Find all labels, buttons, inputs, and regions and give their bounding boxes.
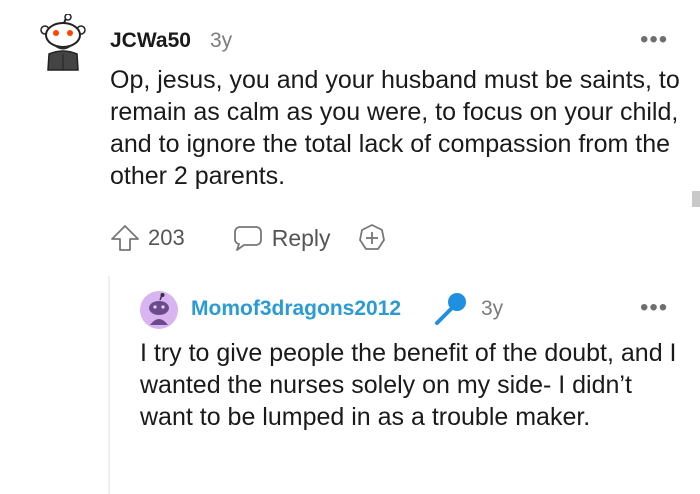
comment-thread: JCWa50 3y ••• Op, jesus, you and your hu…: [0, 0, 700, 494]
upvote-icon[interactable]: [110, 223, 140, 253]
username[interactable]: JCWa50: [110, 29, 191, 53]
avatar[interactable]: [37, 14, 89, 72]
timestamp: 3y: [210, 29, 233, 52]
reply-timestamp: 3y: [481, 297, 504, 320]
more-options-icon[interactable]: •••: [640, 296, 668, 320]
thread-line[interactable]: [108, 276, 110, 494]
more-options-icon[interactable]: •••: [640, 28, 668, 52]
comment-actions: 203 Reply: [110, 222, 387, 254]
reply-body: I try to give people the benefit of the …: [140, 339, 677, 431]
award-icon[interactable]: [357, 223, 387, 253]
comment-body: Op, jesus, you and your husband must be …: [110, 66, 680, 190]
vote-count: 203: [148, 225, 185, 250]
microphone-icon: [435, 293, 466, 325]
reply-avatar[interactable]: [140, 291, 178, 329]
reply-label: Reply: [271, 224, 331, 251]
reply-icon: [233, 226, 262, 251]
reply-username[interactable]: Momof3dragons2012: [191, 297, 401, 321]
reply-button[interactable]: Reply: [233, 224, 331, 252]
scrollbar-thumb[interactable]: [692, 191, 700, 207]
